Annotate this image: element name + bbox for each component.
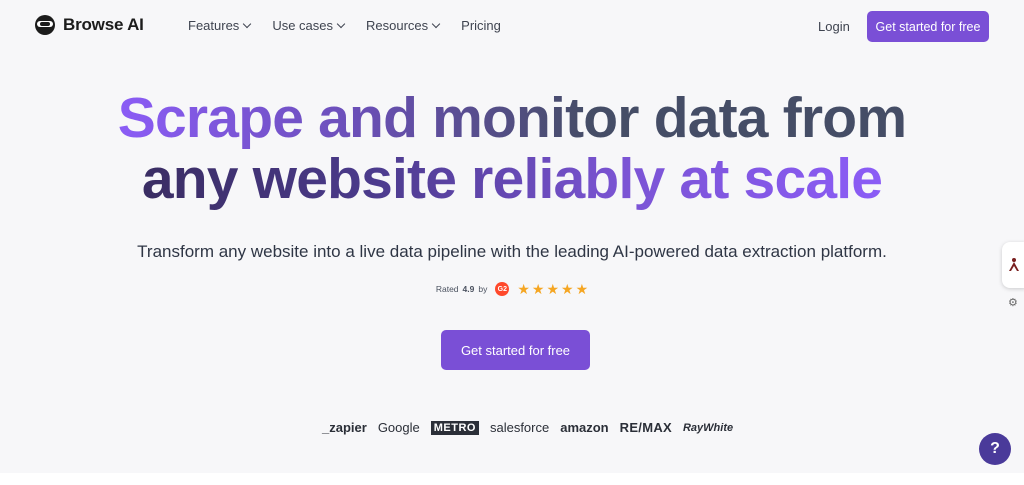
help-button[interactable]: ? (979, 433, 1011, 465)
amazon-logo: amazon (560, 420, 609, 435)
hero-title-line-2: any website reliably at scale (141, 147, 883, 211)
hero-subtitle: Transform any website into a live data p… (137, 242, 887, 261)
hero-title-line-1: Scrape and monitor data from (117, 86, 907, 150)
person-icon (1009, 258, 1019, 271)
metro-logo: METRO (430, 420, 479, 435)
g2-icon: G2 (495, 282, 510, 296)
side-feedback-widget[interactable] (1002, 242, 1024, 288)
hero-title: Scrape and monitor data from any website… (0, 88, 1024, 210)
nav-item-label: Resources (366, 18, 429, 33)
rating-by: by (478, 284, 488, 294)
zapier-logo: _zapier (322, 420, 367, 435)
page-divider (0, 473, 1024, 485)
salesforce-logo: salesforce (489, 420, 550, 435)
main-menu: Features Use cases Resources Pricing (188, 18, 501, 33)
get-started-button-header[interactable]: Get started for free (867, 11, 989, 42)
chevron-down-icon (243, 19, 252, 29)
gear-icon[interactable]: ⚙ (1008, 296, 1018, 309)
brand-name: Browse AI (63, 15, 144, 34)
google-logo: Google (377, 420, 420, 435)
top-navbar: Browse AI Features Use cases Resources P… (0, 0, 1024, 52)
star-icon: ★ (546, 281, 560, 297)
raywhite-logo: RayWhite (682, 421, 734, 434)
star-icon: ★ (517, 281, 530, 297)
chevron-down-icon (336, 19, 346, 29)
nav-item-resources[interactable]: Resources (366, 18, 441, 33)
rating-row: Rated 4.9 by G2 ★ ★ ★ ★ ★ (0, 282, 1024, 296)
star-icon: ★ (575, 281, 589, 297)
rating-stars: ★ ★ ★ ★ ★ (517, 282, 588, 296)
nav-item-features[interactable]: Features (188, 18, 252, 33)
nav-item-pricing[interactable]: Pricing (461, 18, 501, 33)
browse-ai-logo-icon (35, 15, 55, 35)
remax-logo: RE/MAX (619, 420, 672, 435)
chevron-down-icon (431, 19, 441, 29)
nav-item-use-cases[interactable]: Use cases (272, 18, 346, 33)
nav-item-label: Use cases (272, 18, 334, 33)
nav-item-label: Features (188, 18, 240, 33)
rating-value: 4.9 (462, 284, 475, 294)
rating-prefix: Rated (435, 284, 459, 294)
star-icon: ★ (561, 281, 574, 297)
login-link[interactable]: Login (818, 19, 850, 34)
nav-item-label: Pricing (461, 18, 501, 33)
hero-heading: Scrape and monitor data from any website… (0, 88, 1024, 210)
star-icon: ★ (531, 281, 545, 297)
customer-logos: _zapier Google METRO salesforce amazon R… (322, 420, 733, 435)
brand-logo-link[interactable]: Browse AI (35, 15, 144, 35)
get-started-button-hero[interactable]: Get started for free (441, 330, 590, 370)
